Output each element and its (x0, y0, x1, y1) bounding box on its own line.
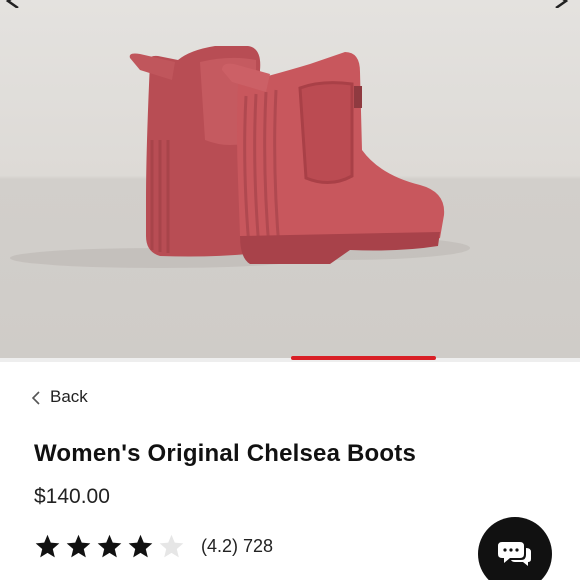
star-filled-icon (97, 534, 122, 558)
chat-button[interactable] (478, 517, 552, 580)
next-image-icon[interactable] (552, 0, 570, 8)
gallery-indicator-active (291, 356, 436, 360)
star-filled-icon (66, 534, 91, 558)
back-label: Back (50, 387, 88, 406)
star-filled-icon (128, 534, 153, 558)
boots-illustration (10, 46, 470, 268)
review-count: 728 (243, 536, 274, 556)
previous-image-icon[interactable] (4, 0, 22, 8)
star-empty-icon (159, 534, 184, 558)
product-price: $140.00 (34, 485, 110, 508)
product-title: Women's Original Chelsea Boots (34, 440, 417, 467)
rating-score: (4.2) (201, 536, 239, 556)
back-button[interactable]: Back (30, 387, 88, 407)
product-rating[interactable]: (4.2) 728 (34, 533, 273, 560)
gallery-indicator-track (0, 358, 580, 362)
chevron-left-icon (30, 390, 42, 405)
rating-summary: (4.2) 728 (201, 536, 273, 557)
product-page: Back Women's Original Chelsea Boots $140… (0, 0, 580, 580)
product-image[interactable] (0, 0, 580, 358)
chat-bubbles-icon (498, 542, 531, 566)
star-filled-icon (35, 534, 60, 558)
